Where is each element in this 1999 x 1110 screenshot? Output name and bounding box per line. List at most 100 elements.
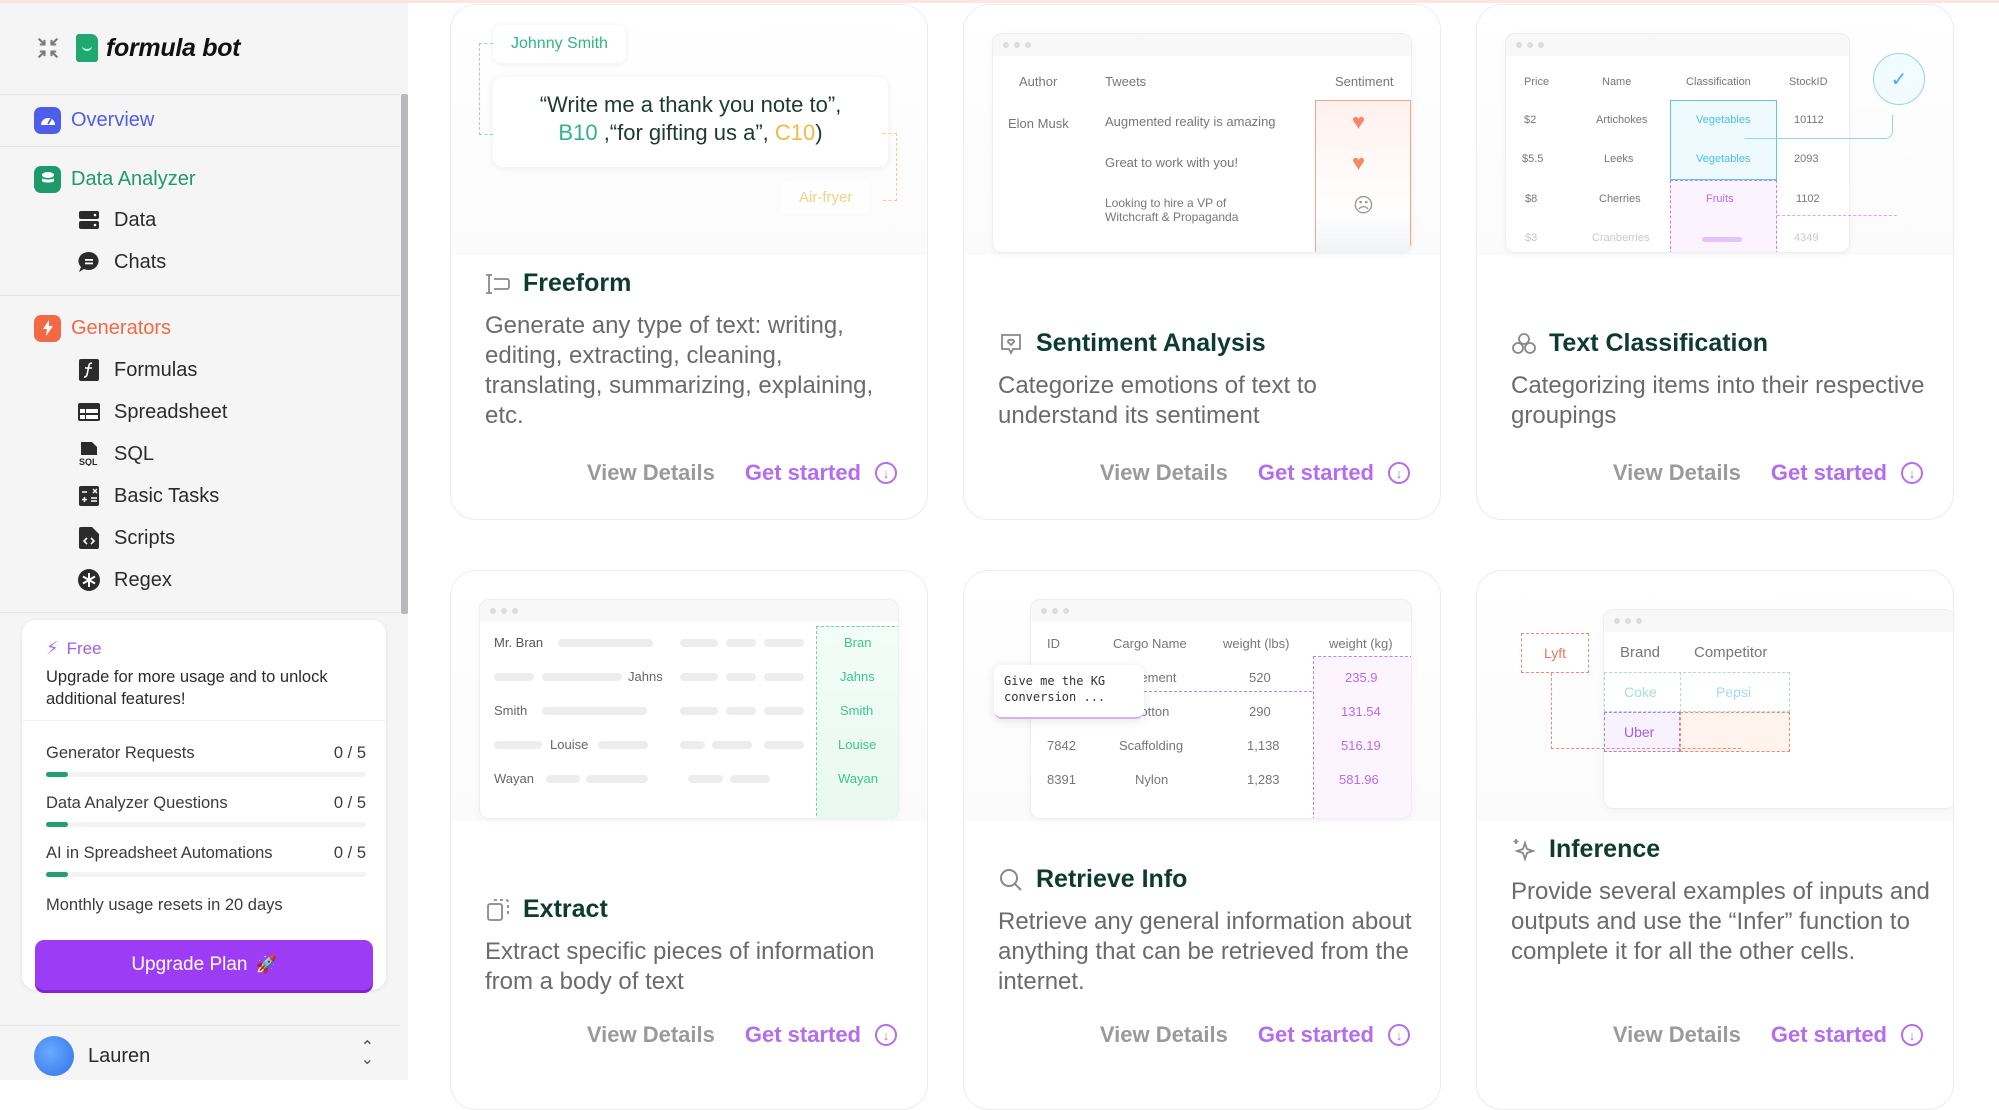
cell-ref: B10 xyxy=(558,120,598,145)
card-description: Extract specific pieces of information f… xyxy=(485,938,875,995)
table-cell: 4349 xyxy=(1794,232,1819,244)
divider xyxy=(0,1025,400,1026)
sidebar-item-formulas[interactable]: Formulas xyxy=(78,356,197,384)
mini-table-window: Price Name Classification StockID $2 Art… xyxy=(1505,33,1850,253)
connector-line xyxy=(1551,673,1741,749)
sidebar-item-label: Overview xyxy=(71,108,155,131)
extracted-cell: Bran xyxy=(844,635,872,650)
table-cell: 8391 xyxy=(1047,772,1076,787)
sidebar-item-label: Basic Tasks xyxy=(114,484,220,507)
sidebar-item-label: SQL xyxy=(114,442,155,465)
card-title: Freeform xyxy=(485,269,631,298)
card-title-text: Sentiment Analysis xyxy=(1036,329,1266,357)
arrow-down-circle-icon: ↓ xyxy=(1901,462,1923,484)
search-icon xyxy=(998,867,1024,893)
table-cell: Augmented reality is amazing xyxy=(1105,114,1276,129)
get-started-button[interactable]: Get started ↓ xyxy=(745,460,897,486)
collapse-sidebar-icon[interactable] xyxy=(34,34,62,62)
card-description: Categorize emotions of text to understan… xyxy=(998,372,1317,429)
table-cell: Cranberries xyxy=(1592,232,1650,244)
asterisk-icon xyxy=(78,569,100,591)
get-started-label: Get started xyxy=(744,460,861,485)
usage-progress-fill xyxy=(46,822,68,827)
table-cell: 520 xyxy=(1249,670,1271,685)
card-extract: Mr. Bran Jahns Smith Louise Wayan Bran J… xyxy=(450,570,928,1110)
database-icon xyxy=(34,165,61,193)
get-started-button[interactable]: Get started ↓ xyxy=(1771,460,1923,486)
connector-line xyxy=(883,133,897,201)
bolt-icon xyxy=(34,314,61,342)
card-actions: View Details Get started ↓ xyxy=(1100,460,1410,486)
get-started-button[interactable]: Get started ↓ xyxy=(745,1022,897,1048)
sidebar-item-regex[interactable]: Regex xyxy=(78,566,172,594)
sidebar-scrollbar[interactable] xyxy=(401,94,408,614)
upgrade-plan-button[interactable]: Upgrade Plan 🚀 xyxy=(35,940,373,990)
sidebar-item-label: Formulas xyxy=(114,358,198,381)
table-header: Name xyxy=(1602,76,1632,88)
user-menu[interactable]: Lauren ⌃ ⌄ xyxy=(34,1036,374,1076)
mini-table-window: Author Tweets Sentiment Elon Musk Augmen… xyxy=(992,33,1412,253)
arrow-down-circle-icon: ↓ xyxy=(875,462,897,484)
sidebar-item-overview[interactable]: Overview xyxy=(34,105,154,135)
card-description: Generate any type of text: writing, edit… xyxy=(485,312,874,429)
loading-bar xyxy=(1702,237,1742,242)
sidebar-item-spreadsheet[interactable]: Spreadsheet xyxy=(78,398,227,426)
usage-count: 0 / 5 xyxy=(333,794,366,812)
table-cell: Fruits xyxy=(1706,193,1734,205)
inference-preview: Brand Competitor Coke Pepsi Uber Lyft xyxy=(1477,571,1953,821)
table-header: StockID xyxy=(1789,76,1828,88)
sidebar-item-scripts[interactable]: Scripts xyxy=(78,524,175,552)
retrieve-preview: ID Cargo Name weight (lbs) weight (kg) C… xyxy=(964,571,1440,821)
usage-label: Generator Requests xyxy=(46,744,195,762)
card-title: Inference xyxy=(1511,835,1660,864)
sidebar-item-data-analyzer[interactable]: Data Analyzer xyxy=(34,164,196,194)
extracted-cell: Jahns xyxy=(840,669,875,684)
card-actions: View Details Get started ↓ xyxy=(587,1022,897,1048)
prompt-text: “Write me a thank you note to”, xyxy=(539,92,842,117)
get-started-button[interactable]: Get started ↓ xyxy=(1771,1022,1923,1048)
usage-count: 0 / 5 xyxy=(333,744,366,762)
table-cell: Vegetables xyxy=(1696,153,1751,165)
sidebar-item-sql[interactable]: SQL SQL xyxy=(78,440,154,468)
brand-name: formula bot xyxy=(106,33,241,62)
calculator-icon xyxy=(78,485,100,507)
connector-line xyxy=(1144,691,1312,692)
sparkles-icon xyxy=(1511,837,1537,863)
sidebar-item-label: Spreadsheet xyxy=(114,400,228,423)
sidebar-item-basic-tasks[interactable]: Basic Tasks xyxy=(78,482,219,510)
get-started-label: Get started xyxy=(1257,460,1374,485)
mini-table-window: Mr. Bran Jahns Smith Louise Wayan Bran J… xyxy=(479,599,899,819)
card-title: Text Classification xyxy=(1511,329,1768,358)
table-cell: Scaffolding xyxy=(1119,738,1184,753)
code-file-icon xyxy=(78,527,100,549)
view-details-button[interactable]: View Details xyxy=(1613,460,1741,486)
sidebar-item-label: Data Analyzer xyxy=(71,167,196,190)
classification-preview: Price Name Classification StockID $2 Art… xyxy=(1477,5,1953,255)
usage-progress-bar xyxy=(46,822,366,827)
sidebar-item-data[interactable]: Data xyxy=(78,206,156,234)
sentiment-preview: Author Tweets Sentiment Elon Musk Augmen… xyxy=(964,5,1440,255)
view-details-button[interactable]: View Details xyxy=(1613,1022,1741,1048)
table-cell: Nylon xyxy=(1135,772,1169,787)
table-header: Classification xyxy=(1686,76,1751,88)
get-started-label: Get started xyxy=(744,1022,861,1047)
get-started-button[interactable]: Get started ↓ xyxy=(1258,460,1410,486)
table-header: weight (kg) xyxy=(1329,636,1393,651)
chevron-up-down-icon[interactable]: ⌃ ⌄ xyxy=(361,1040,374,1068)
brand: formula bot xyxy=(34,32,241,64)
prompt-text: B10 ,“for gifting us a”, C10) xyxy=(493,119,888,147)
view-details-button[interactable]: View Details xyxy=(1100,460,1228,486)
view-details-button[interactable]: View Details xyxy=(587,1022,715,1048)
freeform-preview: Johnny Smith “Write me a thank you note … xyxy=(451,5,927,255)
name-chip: Johnny Smith xyxy=(493,25,626,63)
view-details-button[interactable]: View Details xyxy=(587,460,715,486)
sidebar-item-chats[interactable]: Chats xyxy=(78,248,166,276)
view-details-button[interactable]: View Details xyxy=(1100,1022,1228,1048)
sidebar-item-generators[interactable]: Generators xyxy=(34,313,171,343)
sql-file-icon: SQL xyxy=(78,442,100,466)
prompt-text: ,“for gifting us a”, xyxy=(597,120,775,145)
get-started-button[interactable]: Get started ↓ xyxy=(1258,1022,1410,1048)
divider xyxy=(0,612,400,613)
card-actions: View Details Get started ↓ xyxy=(587,460,897,486)
table-cell: Leeks xyxy=(1604,153,1634,165)
